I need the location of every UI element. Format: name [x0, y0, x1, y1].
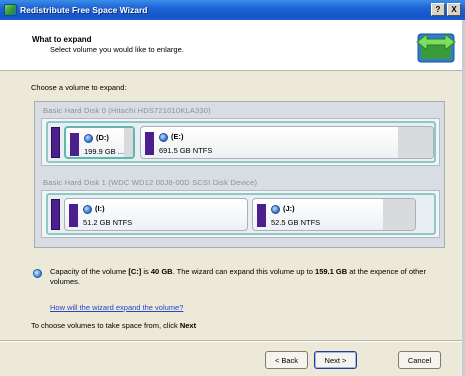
volume-stripe [257, 204, 266, 227]
window-title: Redistribute Free Space Wizard [20, 5, 148, 15]
close-button[interactable]: X [447, 3, 461, 16]
back-button[interactable]: < Back [265, 351, 308, 369]
volume-letter: (E:) [171, 132, 184, 141]
volume-info-icon [159, 133, 168, 142]
cancel-button[interactable]: Cancel [398, 351, 441, 369]
wizard-header: What to expand Select volume you would l… [0, 20, 465, 71]
disk-title: Basic Hard Disk 0 (Hitachi HDS721010KLA3… [43, 106, 211, 115]
volume-i[interactable]: (I:) 51.2 GB NTFS [64, 198, 248, 231]
volume-used-fill [124, 128, 133, 157]
volume-info-icon [83, 205, 92, 214]
disk-title: Basic Hard Disk 1 (WDC WD12 00J8-00D SCS… [43, 178, 258, 187]
help-button[interactable]: ? [431, 3, 445, 16]
app-icon [4, 4, 17, 16]
info-part2: is [141, 267, 151, 276]
disk-box: (I:) 51.2 GB NTFS (J:) 52.5 GB NTFS [41, 190, 440, 238]
info-part1: Capacity of the volume [50, 267, 129, 276]
volume-letter: (J:) [283, 204, 295, 213]
wizard-window: Redistribute Free Space Wizard ? X What … [0, 0, 465, 376]
disk-box: (D:) 199.9 GB ... (E:) 691.5 GB NTFS [41, 118, 440, 166]
disks-panel: Basic Hard Disk 0 (Hitachi HDS721010KLA3… [34, 101, 445, 248]
volume-size: 51.2 GB NTFS [83, 218, 133, 227]
page-title: What to expand [32, 35, 92, 44]
info-max: 159.1 GB [315, 267, 348, 276]
disk-group-0: Basic Hard Disk 0 (Hitachi HDS721010KLA3… [41, 104, 440, 166]
redistribute-icon [416, 32, 456, 63]
volume-e[interactable]: (E:) 691.5 GB NTFS [140, 126, 434, 159]
volume-j[interactable]: (J:) 52.5 GB NTFS [252, 198, 416, 231]
info-volume: [C:] [128, 267, 142, 276]
info-icon [33, 269, 42, 278]
volume-stripe [145, 132, 154, 155]
disk-group-1: Basic Hard Disk 1 (WDC WD12 00J8-00D SCS… [41, 176, 440, 238]
footer-text: To choose volumes to take space from, cl… [31, 321, 180, 330]
volume-size: 52.5 GB NTFS [271, 218, 321, 227]
disk-bar-icon [51, 127, 60, 158]
choose-volume-label: Choose a volume to expand: [31, 83, 127, 92]
footer-instruction: To choose volumes to take space from, cl… [31, 321, 196, 330]
info-capacity: 40 GB [150, 267, 173, 276]
next-button[interactable]: Next > [314, 351, 357, 369]
disk-frame: (D:) 199.9 GB ... (E:) 691.5 GB NTFS [46, 121, 436, 163]
title-bar[interactable]: Redistribute Free Space Wizard ? X [0, 0, 465, 20]
volume-info-icon [84, 134, 93, 143]
volume-size: 199.9 GB ... [84, 147, 125, 156]
volume-used-fill [382, 199, 415, 230]
volume-size: 691.5 GB NTFS [159, 146, 213, 155]
volume-stripe [69, 204, 78, 227]
footer-next-word: Next [179, 321, 197, 330]
info-part3: . The wizard can expand this volume up t… [172, 267, 316, 276]
volume-info-icon [271, 205, 280, 214]
disk-bar-icon [51, 199, 60, 230]
title-buttons: ? X [431, 3, 461, 16]
volume-used-fill [397, 127, 433, 158]
footer-separator [0, 340, 465, 342]
disk-frame: (I:) 51.2 GB NTFS (J:) 52.5 GB NTFS [46, 193, 436, 235]
capacity-info: Capacity of the volume [C:] is 40 GB. Th… [50, 267, 435, 287]
volume-d[interactable]: (D:) 199.9 GB ... [64, 126, 135, 159]
volume-letter: (D:) [96, 133, 109, 142]
page-subtitle: Select volume you would like to enlarge. [50, 45, 184, 54]
how-expand-link[interactable]: How will the wizard expand the volume? [50, 303, 183, 312]
volume-stripe [70, 133, 79, 156]
volume-letter: (I:) [95, 204, 105, 213]
